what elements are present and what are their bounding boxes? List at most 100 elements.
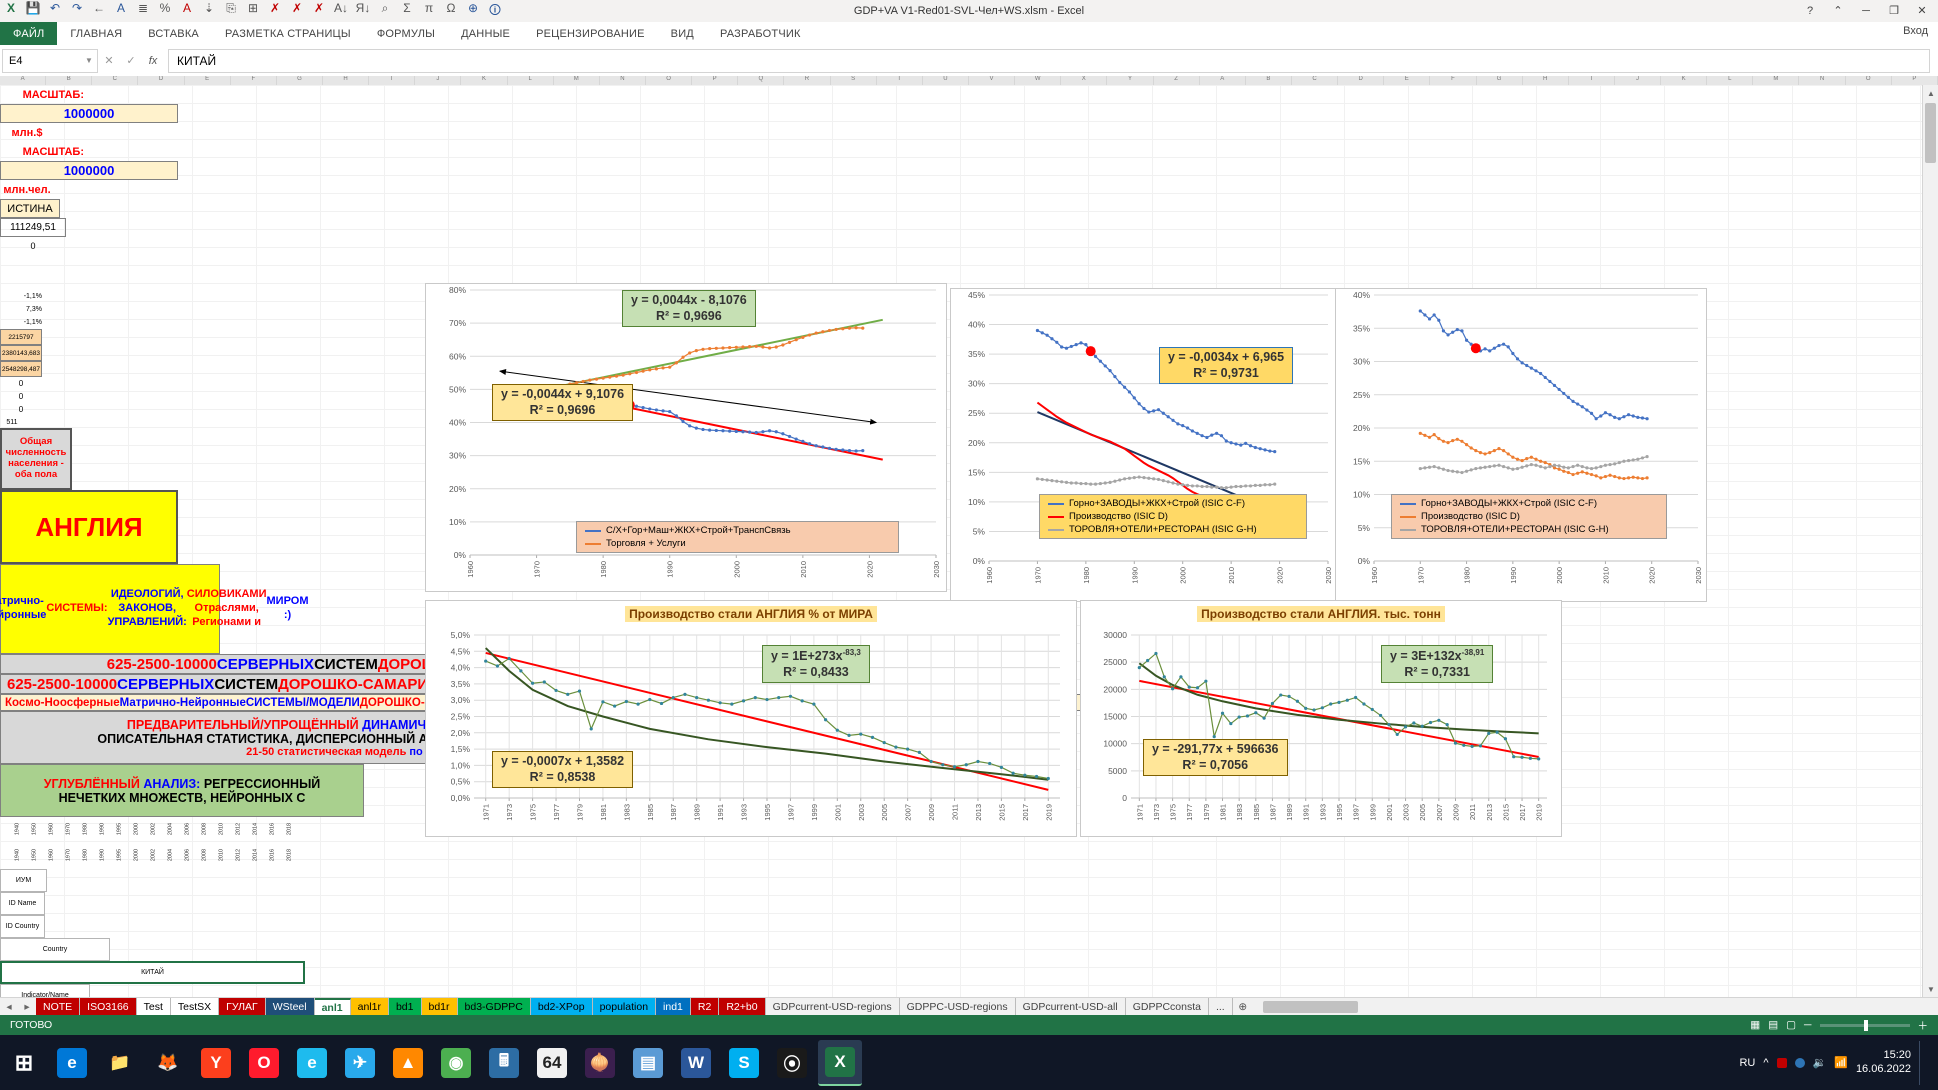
quick-hyperlink-icon[interactable]: ⊕ [462,1,484,22]
column-header[interactable]: H [1523,76,1569,85]
sheet-tab-bd2-XPop[interactable]: bd2-XPop [531,998,593,1016]
quick-percent-icon[interactable]: % [154,1,176,22]
column-header[interactable]: Y [1107,76,1153,85]
sheet-tab-bd3-GDPPC[interactable]: bd3-GDPPC [458,998,531,1016]
quick-sort-az-icon[interactable]: A↓ [330,1,352,22]
quick-decrease-decimal-icon[interactable]: ⇣ [198,1,220,22]
scroll-up-icon[interactable]: ▲ [1923,85,1938,101]
sheet-tab-ISO3166[interactable]: ISO3166 [80,998,136,1016]
enter-icon[interactable]: ✓ [120,54,142,67]
istina-cell[interactable]: ИСТИНА [0,199,60,218]
language-indicator[interactable]: RU [1739,1057,1755,1069]
small-id[interactable]: 511 [0,416,24,428]
num-cell[interactable]: 2548298,487 [0,361,42,377]
sheet-tab-bd1r[interactable]: bd1r [422,998,458,1016]
column-header[interactable]: Z [1154,76,1200,85]
quick-font-underline-icon[interactable]: A [110,1,132,22]
column-header[interactable]: F [231,76,277,85]
column-header[interactable]: M [554,76,600,85]
sheet-tab-GDPPC-USD-regions[interactable]: GDPPC-USD-regions [900,998,1016,1016]
ribbon-tab-данные[interactable]: ДАННЫЕ [448,22,523,45]
column-header[interactable]: E [1384,76,1430,85]
chart-c4[interactable]: 0,0%0,5%1,0%1,5%2,0%2,5%3,0%3,5%4,0%4,5%… [425,600,1077,837]
column-header[interactable]: K [461,76,507,85]
column-header[interactable]: N [600,76,646,85]
taskbar-start-icon[interactable]: ⊞ [2,1041,46,1085]
quick-autosum-icon[interactable]: Σ [396,1,418,22]
quick-find-icon[interactable]: ⌕ [374,1,396,22]
column-header[interactable]: C [1292,76,1338,85]
scale-label[interactable]: МАСШТАБ: [0,142,84,161]
taskbar-excel-icon[interactable]: X [818,1040,862,1086]
sheet-tab-NOTE[interactable]: NOTE [36,998,80,1016]
taskbar-word-icon[interactable]: W [674,1041,718,1085]
quick-pi-icon[interactable]: π [418,1,440,22]
vertical-scrollbar[interactable]: ▲▼ [1922,85,1938,997]
column-header[interactable]: B [46,76,92,85]
column-header[interactable]: Q [738,76,784,85]
taskbar-explorer-icon[interactable]: 📁 [98,1041,142,1085]
ribbon-tab-разметка страницы[interactable]: РАЗМЕТКА СТРАНИЦЫ [212,22,364,45]
column-header[interactable]: M [1753,76,1799,85]
sheet-tab-GDPcurrent-USD-regions[interactable]: GDPcurrent-USD-regions [766,998,900,1016]
quick-delete-cells-icon[interactable]: ✗ [264,1,286,22]
volume-icon[interactable]: 🔉 [1813,1056,1827,1069]
sheet-tab-TestSX[interactable]: TestSX [171,998,219,1016]
view-pagebreak-icon[interactable]: ▢ [1786,1019,1796,1031]
sheet-tab-R2+b0[interactable]: R2+b0 [719,998,765,1016]
column-header[interactable]: D [1338,76,1384,85]
taskbar-yandex-icon[interactable]: Y [194,1041,238,1085]
chart-c1[interactable]: 0%10%20%30%40%50%60%70%80%19601970198019… [425,283,947,592]
quick-delete-cols-icon[interactable]: ✗ [308,1,330,22]
column-field-header[interactable]: ID Name [0,892,45,915]
window-control-0[interactable]: ? [1796,0,1824,21]
horizontal-scrollbar[interactable] [1259,998,1938,1016]
column-field-header[interactable]: ID Country [0,915,45,938]
sheet-tab-GDPPCconsta[interactable]: GDPPCconsta [1126,998,1209,1016]
column-header[interactable]: P [1892,76,1938,85]
chart-c3[interactable]: 0%5%10%15%20%25%30%35%40%196019701980199… [1335,288,1707,602]
cancel-icon[interactable]: ✕ [98,54,120,67]
column-header[interactable]: H [323,76,369,85]
country-cell[interactable]: АНГЛИЯ [0,490,178,564]
view-normal-icon[interactable]: ▦ [1750,1019,1760,1031]
cell[interactable] [0,254,42,266]
scale-unit[interactable]: млн.чел. [0,180,54,199]
column-header[interactable]: S [831,76,877,85]
column-header[interactable]: T [877,76,923,85]
zero-cell[interactable]: 0 [0,403,42,416]
zero-cell[interactable]: 0 [0,377,42,390]
namebox-dropdown-icon[interactable]: ▼ [81,56,97,65]
column-header[interactable]: L [1707,76,1753,85]
ribbon-tab-формулы[interactable]: ФОРМУЛЫ [364,22,448,45]
tray-app-icon[interactable] [1795,1058,1805,1068]
column-header[interactable]: U [923,76,969,85]
network-icon[interactable]: 📶 [1834,1056,1848,1069]
sheet-tab-GDPcurrent-USD-all[interactable]: GDPcurrent-USD-all [1016,998,1126,1016]
cell[interactable] [0,278,42,290]
taskbar-skype-icon[interactable]: S [722,1041,766,1085]
quick-excel-logo-icon[interactable]: X [0,1,22,22]
chart-c2[interactable]: 0%5%10%15%20%25%30%35%40%45%196019701980… [950,288,1337,602]
column-header[interactable]: J [415,76,461,85]
sheet-tab-...[interactable]: ... [1209,998,1233,1016]
view-layout-icon[interactable]: ▤ [1768,1019,1778,1031]
column-header[interactable]: A [1200,76,1246,85]
scale-value[interactable]: 1000000 [0,104,178,123]
quick-info-icon[interactable]: 🛈 [484,1,506,22]
taskbar-vlc-icon[interactable]: ▲ [386,1041,430,1085]
num-cell[interactable]: 2215797 [0,329,42,345]
column-header[interactable]: R [784,76,830,85]
g-value-cell[interactable]: 111249,51 [0,218,66,237]
quick-sort-za-icon[interactable]: Я↓ [352,1,374,22]
column-field-header[interactable]: ИУМ [0,869,47,892]
taskbar-chrome-icon[interactable]: ◉ [434,1041,478,1085]
pct-cell[interactable]: -1,1% [0,290,42,303]
column-header[interactable]: A [0,76,46,85]
taskbar-tor-icon[interactable]: 🧅 [578,1041,622,1085]
quick-back-icon[interactable]: ← [88,1,110,22]
window-control-4[interactable]: ✕ [1908,0,1936,21]
column-field-header[interactable]: Indicator/Name [0,984,90,997]
ribbon-tab-рецензирование[interactable]: РЕЦЕНЗИРОВАНИЕ [523,22,658,45]
taskbar-ie-icon[interactable]: e [290,1041,334,1085]
